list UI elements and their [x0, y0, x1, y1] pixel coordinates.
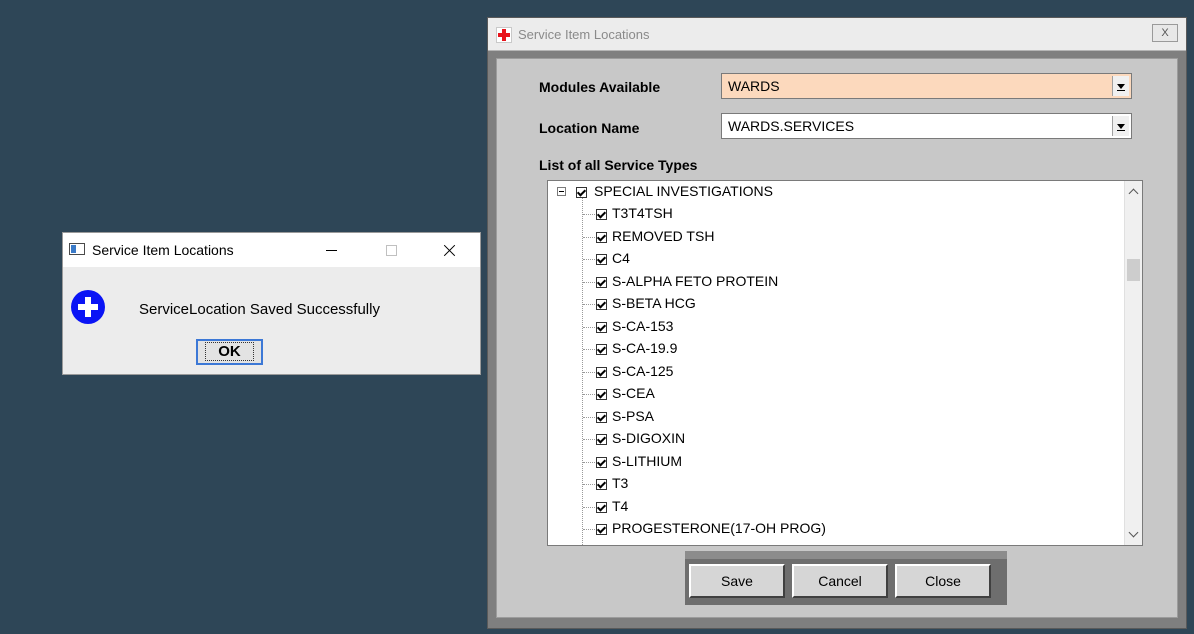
dialog-title-bar[interactable]: Service Item Locations	[63, 233, 480, 267]
checkbox-checked-icon[interactable]	[596, 479, 607, 490]
window-title: Service Item Locations	[518, 27, 650, 42]
checkbox-checked-icon[interactable]	[596, 434, 607, 445]
tree-rows: SPECIAL INVESTIGATIONS T3T4TSH REMOVED T…	[548, 181, 1124, 545]
panel-splitter	[685, 551, 1007, 559]
ok-button-label: OK	[205, 342, 254, 361]
location-name-value: WARDS.SERVICES	[728, 118, 855, 134]
tree-connector	[583, 394, 595, 395]
scroll-down-icon[interactable]	[1128, 527, 1139, 538]
tree-connector	[583, 484, 595, 485]
tree-connector	[583, 349, 595, 350]
tree-connector	[583, 327, 595, 328]
title-bar[interactable]: Service Item Locations X	[488, 18, 1186, 51]
tree-connector	[583, 417, 595, 418]
tree-scrollbar[interactable]	[1124, 181, 1142, 545]
checkbox-checked-icon[interactable]	[596, 524, 607, 535]
location-name-select[interactable]: WARDS.SERVICES	[721, 113, 1132, 139]
service-item-locations-window: Service Item Locations X Modules Availab…	[487, 17, 1187, 629]
tree-connector	[583, 372, 595, 373]
checkbox-checked-icon[interactable]	[596, 232, 607, 243]
minimize-icon[interactable]	[309, 239, 355, 261]
tree-item-label: S-BETA HCG	[612, 295, 696, 311]
tree-item-label: S-ALPHA FETO PROTEIN	[612, 273, 779, 289]
collapse-toggle-icon[interactable]	[557, 187, 566, 196]
save-confirmation-dialog: Service Item Locations ServiceLocation S…	[62, 232, 481, 375]
chevron-down-icon[interactable]	[1112, 116, 1129, 136]
service-types-tree[interactable]: SPECIAL INVESTIGATIONS T3T4TSH REMOVED T…	[547, 180, 1143, 546]
tree-item-label: S-CA-19.9	[612, 340, 678, 356]
cancel-button[interactable]: Cancel	[792, 564, 888, 598]
scroll-up-icon[interactable]	[1128, 188, 1139, 199]
tree-item-label: C4	[612, 250, 630, 266]
close-button-label: Close	[925, 573, 961, 589]
red-cross-app-icon	[496, 27, 512, 43]
tree-item-label: S-LITHIUM	[612, 453, 682, 469]
button-panel: Save Cancel Close	[685, 559, 1007, 605]
checkbox-checked-icon[interactable]	[596, 209, 607, 220]
tree-item-label: S-PSA	[612, 408, 655, 424]
dialog-title: Service Item Locations	[92, 242, 234, 258]
cancel-button-label: Cancel	[818, 573, 862, 589]
save-button-label: Save	[721, 573, 753, 589]
modules-available-value: WARDS	[728, 78, 780, 94]
modules-available-label: Modules Available	[539, 79, 661, 95]
save-button[interactable]: Save	[689, 564, 785, 598]
tree-connector	[583, 304, 595, 305]
tree-item-label: PROGESTERONE(17-OH PROG)	[612, 520, 826, 536]
dialog-message: ServiceLocation Saved Successfully	[139, 301, 380, 318]
checkbox-checked-icon[interactable]	[596, 367, 607, 378]
tree-item-label: T3T4TSH	[612, 205, 673, 221]
tree-item-label: S-CEA	[612, 385, 655, 401]
checkbox-checked-icon[interactable]	[596, 344, 607, 355]
tree-root-label: SPECIAL INVESTIGATIONS	[594, 183, 773, 199]
tree-connector	[583, 282, 595, 283]
checkbox-checked-icon[interactable]	[596, 254, 607, 265]
close-icon[interactable]	[427, 239, 473, 261]
checkbox-checked-icon[interactable]	[596, 502, 607, 513]
tree-item-label: T3	[612, 475, 629, 491]
tree-connector	[583, 214, 595, 215]
tree-connector	[583, 237, 595, 238]
checkbox-checked-icon[interactable]	[596, 457, 607, 468]
modules-available-select[interactable]: WARDS	[721, 73, 1132, 99]
ok-button[interactable]: OK	[196, 339, 263, 365]
tree-connector	[583, 529, 595, 530]
tree-item-label: REMOVED TSH	[612, 228, 715, 244]
service-types-label: List of all Service Types	[539, 157, 698, 173]
checkbox-checked-icon[interactable]	[596, 412, 607, 423]
info-plus-icon	[71, 290, 105, 324]
tree-connector	[583, 439, 595, 440]
tree-item-label: S-DIGOXIN	[612, 430, 686, 446]
close-button[interactable]: Close	[895, 564, 991, 598]
maximize-icon[interactable]	[369, 239, 415, 261]
checkbox-checked-icon[interactable]	[596, 299, 607, 310]
checkbox-checked-icon[interactable]	[576, 187, 587, 198]
chevron-down-icon[interactable]	[1112, 76, 1129, 96]
location-name-label: Location Name	[539, 120, 640, 136]
tree-item-label: S-CA-153	[612, 318, 674, 334]
close-window-button[interactable]: X	[1152, 24, 1178, 42]
checkbox-checked-icon[interactable]	[596, 277, 607, 288]
tree-connector	[583, 507, 595, 508]
tree-connector	[583, 462, 595, 463]
checkbox-checked-icon[interactable]	[596, 389, 607, 400]
tree-connector	[583, 259, 595, 260]
checkbox-checked-icon[interactable]	[596, 322, 607, 333]
tree-item-label: S-CA-125	[612, 363, 674, 379]
window-app-icon	[69, 243, 85, 255]
client-area: Modules Available WARDS Location Name WA…	[496, 58, 1178, 618]
tree-item-label: T4	[612, 498, 629, 514]
scroll-thumb[interactable]	[1127, 259, 1140, 281]
